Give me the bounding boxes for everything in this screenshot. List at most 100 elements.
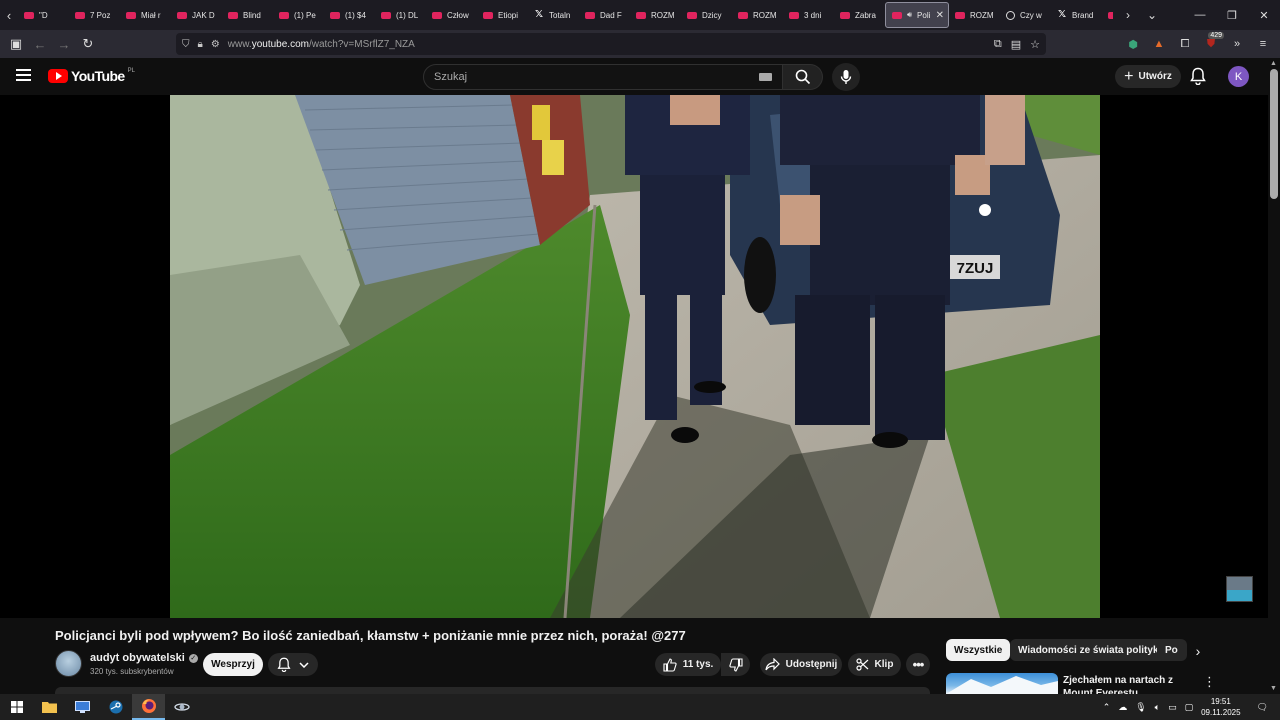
permissions-icon[interactable]: ⚙︎ [211, 39, 220, 50]
browser-tab[interactable]: 𝕏 Totaln [528, 2, 579, 28]
voice-search-button[interactable] [832, 63, 860, 91]
video-title: Policjanci byli pod wpływem? Bo ilość za… [55, 628, 686, 643]
browser-tab[interactable]: ROZM [732, 2, 783, 28]
like-button[interactable]: 11 tys. [655, 653, 721, 676]
display-icon[interactable]: ▢ [1185, 702, 1194, 713]
reader-view-icon[interactable]: ▤ [1011, 38, 1021, 51]
back-icon[interactable]: ← [28, 37, 52, 52]
browser-tab[interactable]: 3 dni [783, 2, 834, 28]
steam-icon[interactable] [99, 694, 132, 720]
app-menu-icon[interactable]: ≡ [1252, 38, 1274, 50]
clock-date: 09.11.2025 [1201, 708, 1241, 717]
close-window-icon[interactable]: ✕ [1248, 9, 1280, 22]
volume-icon[interactable]: 🔈︎ [1155, 702, 1160, 713]
chevron-right-icon[interactable]: › [1188, 641, 1208, 661]
video-frame[interactable]: 7ZUJ [170, 95, 1100, 618]
reload-icon[interactable]: ↻ [76, 36, 100, 52]
clock[interactable]: 19:51 09.11.2025 [1201, 696, 1240, 718]
browser-tab[interactable]: Zabra [834, 2, 885, 28]
browser-tab[interactable]: Czy w [1000, 2, 1051, 28]
browser-tab[interactable]: Miał r [120, 2, 171, 28]
shield-icon[interactable]: ⛉ [182, 39, 190, 50]
browser-tab[interactable]: JAK D [171, 2, 222, 28]
guide-menu-icon[interactable] [16, 69, 31, 81]
browser-tab[interactable]: Etiopi [477, 2, 528, 28]
support-button[interactable]: Wesprzyj [203, 653, 263, 676]
dislike-button[interactable] [721, 653, 750, 676]
browser-tab[interactable]: Dad F [579, 2, 630, 28]
channel-name-text[interactable]: audyt obywatelski [90, 652, 185, 664]
more-actions-button[interactable]: ••• [906, 653, 930, 676]
speaker-icon[interactable]: 🔊︎ [907, 10, 912, 20]
close-tab-icon[interactable]: ✕ [936, 10, 944, 21]
scrollbar-thumb[interactable] [1270, 69, 1278, 199]
tabs-scroll-right-button[interactable]: › [1116, 8, 1140, 22]
extension-ublock-icon[interactable]: ⛊ 429 [1200, 31, 1224, 51]
browser-tab[interactable]: 🔊︎ Poli ✕ [885, 2, 949, 28]
browser-tab[interactable]: (1) Pe [273, 2, 324, 28]
scroll-up-arrow-icon[interactable]: ▲ [1270, 60, 1277, 67]
search-button[interactable] [783, 64, 823, 90]
channel-avatar[interactable] [55, 650, 82, 677]
page-scrollbar[interactable]: ▲ ▼ [1268, 58, 1280, 694]
notification-center-icon[interactable]: 🗨︎ [1257, 702, 1268, 713]
tabs-scroll-left-button[interactable]: ‹ [0, 0, 18, 30]
video-player[interactable]: 7ZUJ [0, 95, 1268, 618]
browser-tab[interactable] [1102, 2, 1113, 28]
like-count: 11 tys. [682, 659, 714, 670]
browser-tab[interactable]: (1) DL [375, 2, 426, 28]
account-avatar[interactable]: K [1228, 66, 1249, 87]
recommendation-title[interactable]: Zjechałem na nartach z Mount Everestu [1063, 674, 1198, 694]
lock-icon[interactable]: 🔒︎ [198, 39, 203, 50]
url-bar[interactable]: ⛉ 🔒︎ ⚙︎ www.youtube.com/watch?v=MSrflZ7_… [176, 33, 1046, 55]
browser-tab[interactable]: "D [18, 2, 69, 28]
list-all-tabs-button[interactable]: ⌄ [1140, 8, 1164, 22]
tray-chevron-up-icon[interactable]: ⌃ [1103, 702, 1111, 713]
create-button[interactable]: + Utwórz [1115, 65, 1181, 88]
extension-shield-icon[interactable]: ⬢ [1122, 38, 1144, 51]
firefox-icon[interactable] [132, 694, 165, 720]
channel-name[interactable]: audyt obywatelski ✓ [90, 652, 198, 664]
keyboard-icon[interactable] [759, 73, 772, 81]
chip-all[interactable]: Wszystkie [946, 639, 1011, 661]
more-vertical-icon[interactable]: ⋮ [1203, 674, 1216, 690]
subscribed-notification-button[interactable] [268, 653, 318, 676]
clip-button[interactable]: Klip [848, 653, 901, 676]
extension-fox-icon[interactable]: ▲ [1148, 38, 1170, 50]
url-text[interactable]: www.youtube.com/watch?v=MSrflZ7_NZA [228, 39, 415, 50]
channel-watermark[interactable] [1226, 576, 1253, 602]
sidebar-toggle-icon[interactable]: ▣ [4, 36, 28, 52]
browser-tab[interactable]: ROZM [949, 2, 1000, 28]
browser-tab[interactable]: Człow [426, 2, 477, 28]
minimize-icon[interactable]: — [1184, 9, 1216, 21]
onedrive-cloud-icon[interactable]: ☁ [1118, 702, 1127, 713]
browser-tab[interactable]: 7 Poz [69, 2, 120, 28]
extensions-puzzle-icon[interactable]: ⧠ [1174, 38, 1196, 51]
browser-tab[interactable]: ROZM [630, 2, 681, 28]
browser-tab[interactable]: Blind [222, 2, 273, 28]
browser-tab[interactable]: Dzicy [681, 2, 732, 28]
share-button[interactable]: Udostępnij [760, 653, 842, 676]
notifications-bell-icon[interactable] [1190, 67, 1206, 90]
chip-partial[interactable]: Po [1157, 639, 1187, 661]
browser-tab[interactable]: (1) $4 [324, 2, 375, 28]
forward-icon[interactable]: → [52, 37, 76, 52]
country-code: PL [127, 68, 135, 74]
microphone-tray-icon[interactable]: 🎙︎ [1135, 702, 1146, 713]
browser-tab[interactable]: 𝕏 Brand [1051, 2, 1102, 28]
network-icon[interactable]: ▭ [1168, 702, 1177, 713]
windows-start-icon[interactable] [0, 694, 33, 720]
youtube-logo[interactable]: YouTube PL [48, 68, 135, 84]
satellite-app-icon[interactable] [165, 694, 198, 720]
file-explorer-icon[interactable] [33, 694, 66, 720]
recommendation-thumbnail[interactable] [946, 673, 1058, 694]
restore-icon[interactable]: ❐ [1216, 9, 1248, 22]
chip-politics-news[interactable]: Wiadomości ze świata polityki [1010, 639, 1170, 661]
description-box[interactable] [55, 687, 930, 694]
bookmark-star-icon[interactable]: ☆ [1030, 38, 1040, 51]
search-input[interactable]: Szukaj [423, 64, 783, 90]
scroll-down-arrow-icon[interactable]: ▼ [1270, 685, 1277, 692]
overflow-menu-icon[interactable]: » [1226, 38, 1248, 50]
picture-in-picture-icon[interactable]: ⧉ [994, 38, 1002, 51]
remote-desktop-icon[interactable] [66, 694, 99, 720]
